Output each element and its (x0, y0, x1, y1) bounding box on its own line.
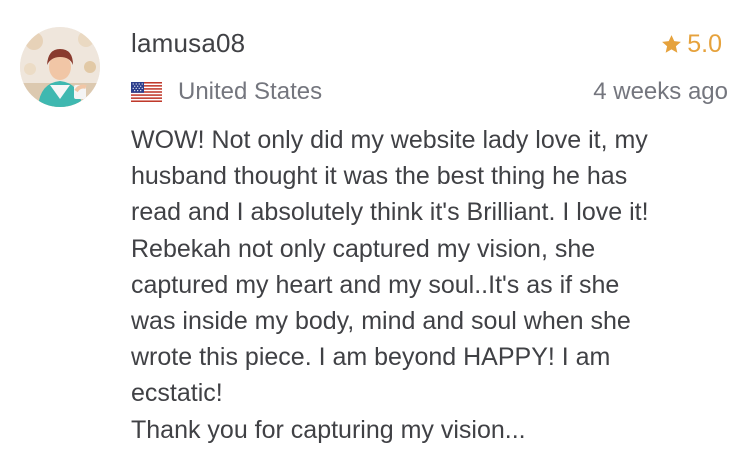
review-text-line: ecstatic! (131, 379, 223, 408)
review-text-line: WOW! Not only did my website lady love i… (131, 126, 648, 154)
review-text-line: Rebekah not only captured my vision, she (131, 234, 596, 263)
review-text-line: captured my heart and my soul..It's as i… (131, 270, 620, 299)
review-text-line: was inside my body, mind and soul when s… (131, 307, 631, 336)
review-timestamp: 4 weeks ago (593, 78, 728, 105)
country-name: United States (178, 78, 323, 105)
us-flag-icon (131, 82, 162, 102)
review-text: WOW! Not only did my website lady love i… (131, 122, 731, 448)
avatar[interactable] (20, 27, 100, 107)
rating-value: 5.0 (687, 30, 722, 58)
review-text-line: read and I absolutely think it's Brillia… (131, 198, 649, 227)
review-text-line: Thank you for capturing my vision... (131, 415, 526, 444)
review-text-line: husband thought it was the best thing he… (131, 162, 628, 191)
review-text-line: wrote this piece. I am beyond HAPPY! I a… (131, 343, 611, 372)
avatar-image (20, 27, 100, 107)
rating: 5.0 (660, 30, 722, 59)
reviewer-username[interactable]: lamusa08 (131, 28, 245, 59)
star-icon (662, 35, 682, 53)
review-card: lamusa08 5.0 United States 4 weeks ago W… (0, 0, 750, 469)
reviewer-country: United States (131, 78, 322, 106)
